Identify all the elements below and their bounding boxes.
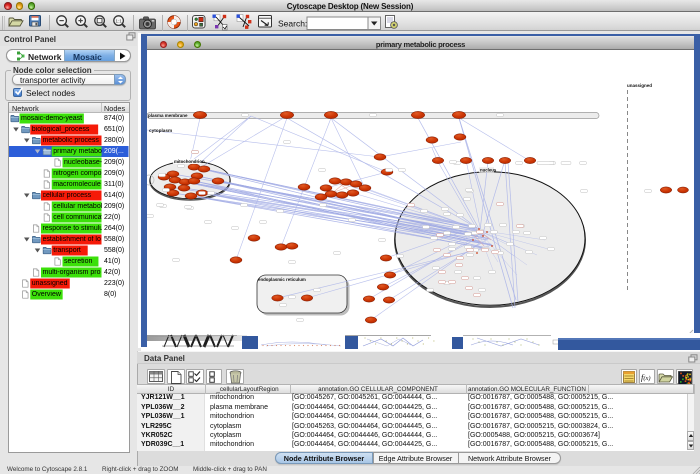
svg-text:cytoplasm: cytoplasm bbox=[149, 128, 172, 133]
svg-text:plasma membrane: plasma membrane bbox=[148, 113, 188, 118]
svg-text:Search:: Search: bbox=[278, 19, 307, 29]
svg-text:mitochondrion: mitochondrion bbox=[174, 159, 205, 164]
svg-text:endoplasmic reticulum: endoplasmic reticulum bbox=[258, 277, 306, 282]
svg-text:1:1: 1:1 bbox=[115, 18, 122, 23]
svg-text:nucleus: nucleus bbox=[480, 168, 497, 173]
svg-text:unassigned: unassigned bbox=[627, 83, 652, 88]
